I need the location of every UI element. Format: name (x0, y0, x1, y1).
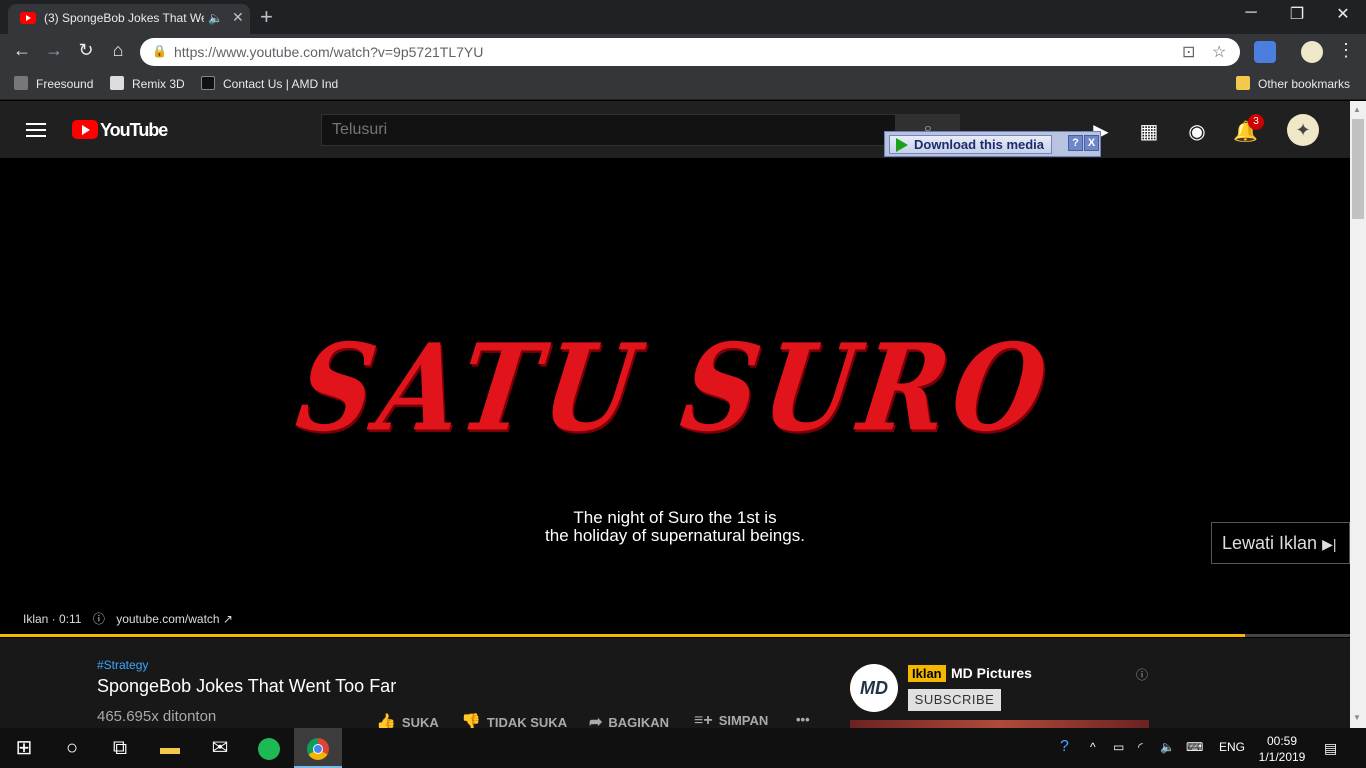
caption-line-1: The night of Suro the 1st is (573, 508, 777, 527)
help-icon[interactable]: ? (1068, 135, 1083, 151)
ad-progress-track[interactable] (0, 634, 1350, 637)
task-view-icon[interactable]: ⧉ (96, 728, 144, 768)
show-hidden-icons-icon[interactable]: ^ (1090, 740, 1096, 754)
language-indicator[interactable]: ENG (1219, 740, 1245, 754)
advertiser-name[interactable]: MD Pictures (951, 665, 1032, 681)
forward-icon[interactable]: → (42, 40, 66, 61)
subscribe-button[interactable]: SUBSCRIBE (908, 689, 1001, 711)
help-tray-icon[interactable]: ? (1060, 738, 1069, 756)
bookmark-star-icon[interactable]: ☆ (1212, 42, 1226, 62)
video-player[interactable]: SATU SURO The night of Suro the 1st is t… (0, 158, 1350, 637)
system-clock[interactable]: 00:59 1/1/2019 (1252, 733, 1312, 765)
bookmark-remix3d[interactable]: Remix 3D (110, 76, 185, 91)
youtube-wordmark[interactable]: YouTube (100, 120, 168, 141)
wifi-icon[interactable]: ◜ (1138, 740, 1143, 754)
lock-icon: 🔒 (152, 44, 167, 58)
ad-link[interactable]: youtube.com/watch (116, 612, 219, 626)
external-link-icon[interactable]: ↗ (223, 612, 233, 626)
tab-strip: (3) SpongeBob Jokes That Went Too Far 🔈 … (0, 0, 1366, 34)
address-bar[interactable]: 🔒 https://www.youtube.com/watch?v=9p5721… (140, 38, 1240, 66)
scroll-down-icon[interactable]: ▼ (1353, 713, 1361, 722)
tab-close-icon[interactable]: ✕ (232, 9, 244, 26)
video-title: SpongeBob Jokes That Went Too Far (97, 676, 397, 696)
video-info-section: #Strategy SpongeBob Jokes That Went Too … (0, 638, 1350, 731)
hashtag-link[interactable]: #Strategy (97, 658, 148, 672)
hamburger-menu-icon[interactable] (26, 123, 46, 137)
restore-icon[interactable]: ❐ (1274, 4, 1320, 24)
window-close-icon[interactable]: ✕ (1320, 4, 1366, 24)
speaker-icon[interactable]: 🔈 (208, 11, 223, 25)
download-media-button[interactable]: Download this media (889, 135, 1052, 154)
messages-icon[interactable]: ◉ (1185, 119, 1209, 144)
view-count: 465.695x ditonton (97, 708, 217, 725)
new-tab-icon[interactable]: + (260, 4, 273, 30)
reload-icon[interactable]: ↻ (74, 40, 98, 61)
other-bookmarks[interactable]: Other bookmarks (1236, 76, 1350, 91)
cortana-search-icon[interactable]: ○ (48, 728, 96, 768)
mail-icon[interactable]: ✉ (196, 728, 244, 768)
google-translate-extension-icon[interactable] (1254, 41, 1276, 63)
notifications-center-icon[interactable]: ▤ (1324, 740, 1337, 757)
freesound-icon (14, 76, 28, 90)
volume-icon[interactable]: 🔈 (1160, 740, 1175, 754)
scrollbar-thumb[interactable] (1352, 119, 1364, 219)
battery-icon[interactable]: ▭ (1113, 740, 1124, 754)
bookmark-freesound[interactable]: Freesound (14, 76, 93, 91)
amd-icon (201, 76, 215, 90)
info-icon[interactable]: ⓘ (93, 612, 105, 626)
bookmark-amd[interactable]: Contact Us | AMD Ind (201, 76, 341, 91)
chrome-taskbar-icon[interactable] (294, 728, 342, 768)
clock-time: 00:59 (1266, 734, 1298, 748)
remix3d-icon (110, 76, 124, 90)
youtube-header: YouTube ⌕ ▶ ▦ ◉ 🔔 3 ✦ (0, 101, 1350, 158)
windows-start-icon[interactable]: ⊞ (0, 728, 48, 768)
bookmarks-bar: Freesound Remix 3D Contact Us | AMD Ind … (0, 70, 1366, 100)
ad-title-art: SATU SURO (289, 316, 1061, 459)
folder-icon (1236, 76, 1250, 90)
apps-grid-icon[interactable]: ▦ (1137, 119, 1161, 144)
youtube-favicon-icon (20, 12, 36, 24)
skip-next-icon: ▶| (1322, 536, 1337, 552)
ad-info: Iklan · 0:11 ⓘ youtube.com/watch ↗ (23, 610, 233, 627)
advertiser-logo[interactable]: MD (850, 664, 898, 712)
playlist-add-icon: ≡+ (694, 712, 713, 729)
download-media-overlay: Download this media ? X (884, 131, 1101, 157)
ad-badge: Iklan (908, 665, 946, 682)
translate-icon[interactable]: ⊡ (1182, 42, 1195, 62)
back-icon[interactable]: ← (10, 40, 34, 61)
overlay-close-icon[interactable]: X (1084, 135, 1099, 151)
scroll-up-icon[interactable]: ▲ (1353, 105, 1361, 114)
notification-badge: 3 (1248, 114, 1264, 130)
skip-ad-button[interactable]: Lewati Iklan ▶| (1211, 522, 1350, 564)
menu-dots-icon[interactable]: ⋮ (1334, 40, 1358, 61)
search-input[interactable] (321, 114, 896, 146)
spotify-icon[interactable] (245, 728, 293, 768)
ad-progress-fill (0, 634, 1245, 637)
file-explorer-icon[interactable]: ▬ (146, 728, 194, 768)
page-scrollbar[interactable]: ▲ ▼ (1350, 101, 1366, 728)
ad-timer: Iklan · 0:11 (23, 612, 82, 626)
youtube-logo-icon[interactable] (72, 120, 98, 139)
keyboard-icon[interactable]: ⌨ (1186, 740, 1203, 754)
avatar[interactable]: ✦ (1287, 114, 1319, 146)
browser-tab[interactable]: (3) SpongeBob Jokes That Went Too Far 🔈 … (8, 4, 250, 34)
minimize-icon[interactable]: ─ (1228, 4, 1274, 22)
url-text[interactable]: https://www.youtube.com/watch?v=9p5721TL… (174, 44, 483, 60)
profile-icon[interactable] (1301, 41, 1323, 63)
more-actions-icon[interactable]: ••• (796, 712, 810, 727)
windows-taskbar: ⊞ ○ ⧉ ▬ ✉ ? ^ ▭ ◜ 🔈 ⌨ ENG 00:59 1/1/2019… (0, 728, 1366, 768)
ad-info-icon[interactable]: ⓘ (1136, 666, 1148, 683)
browser-toolbar: ← → ↻ ⌂ 🔒 https://www.youtube.com/watch?… (0, 34, 1366, 70)
home-icon[interactable]: ⌂ (106, 40, 130, 61)
caption-line-2: the holiday of supernatural beings. (545, 526, 805, 545)
advertiser-banner-image[interactable] (850, 720, 1149, 728)
tab-title: (3) SpongeBob Jokes That Went Too Far (44, 11, 204, 25)
clock-date: 1/1/2019 (1258, 750, 1306, 764)
